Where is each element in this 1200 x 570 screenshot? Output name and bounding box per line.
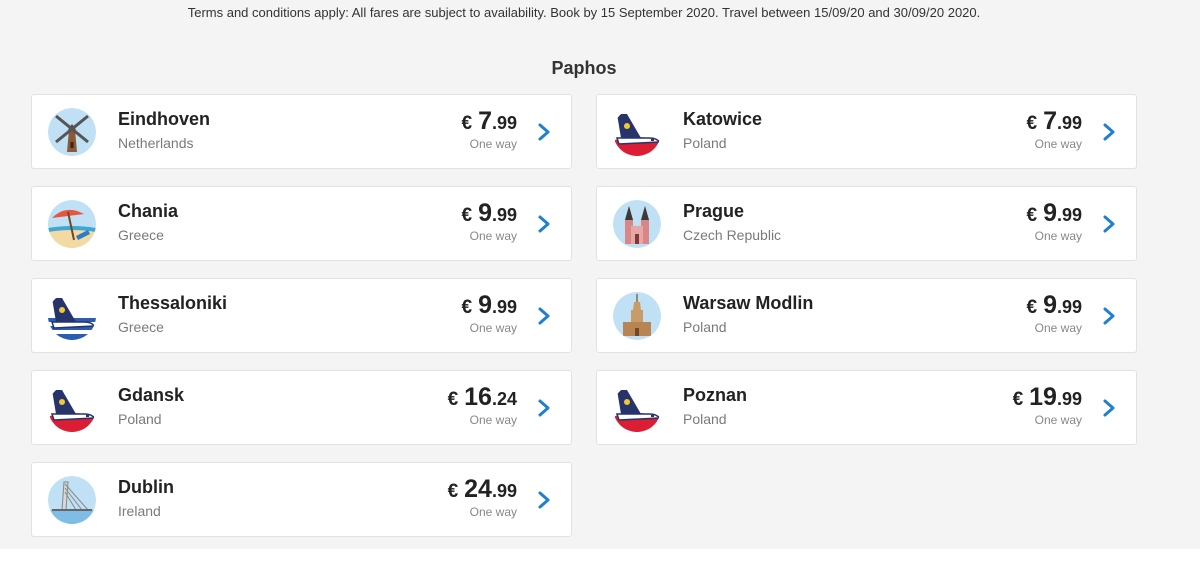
city-name: Eindhoven [118,109,211,129]
country-name: Poland [683,135,727,151]
chevron-right-icon[interactable] [537,214,551,234]
country-name: Greece [118,227,164,243]
fare-card-warsaw-modlin[interactable]: Warsaw Modlin Poland € 9 .99 One way [596,278,1137,353]
country-name: Greece [118,319,164,335]
chevron-right-icon[interactable] [1102,122,1116,142]
currency-symbol: € [461,205,473,226]
country-name: Poland [683,319,727,335]
chevron-right-icon[interactable] [1102,398,1116,418]
city-name: Katowice [683,109,763,129]
currency-symbol: € [447,481,459,502]
price-decimal: .99 [1056,205,1082,225]
price-integer: 9 [478,291,492,319]
fare-price: € 9 .99 [461,291,517,320]
city-name: Dublin [118,477,174,497]
currency-symbol: € [461,113,473,134]
fare-type: One way [469,137,517,151]
price-decimal: .99 [1056,113,1082,133]
fare-card-thessaloniki[interactable]: Thessaloniki Greece € 9 .99 One way [31,278,572,353]
chevron-right-icon[interactable] [537,490,551,510]
currency-symbol: € [461,297,473,318]
plane-tail-icon [613,108,661,156]
fare-type: One way [469,229,517,243]
price-integer: 19 [1029,383,1057,411]
city-name: Prague [683,201,745,221]
city-name: Gdansk [118,385,185,405]
windmill-icon [48,108,96,156]
price-integer: 9 [1043,291,1057,319]
fare-card-gdansk[interactable]: Gdansk Poland € 16 .24 One way [31,370,572,445]
chevron-right-icon[interactable] [537,122,551,142]
fare-card-katowice[interactable]: Katowice Poland € 7 .99 One way [596,94,1137,169]
palace-tower-icon [613,292,661,340]
country-name: Czech Republic [683,227,782,243]
country-name: Poland [118,411,162,427]
plane-tail-icon [613,384,661,432]
fare-card-eindhoven[interactable]: Eindhoven Netherlands € 7 .99 One way [31,94,572,169]
currency-symbol: € [447,389,459,410]
fare-price: € 7 .99 [1026,107,1082,136]
fare-card-prague[interactable]: Prague Czech Republic € 9 .99 One way [596,186,1137,261]
chevron-right-icon[interactable] [537,306,551,326]
price-integer: 24 [464,475,492,503]
chevron-right-icon[interactable] [1102,306,1116,326]
fare-price: € 9 .99 [1026,199,1082,228]
fare-card-chania[interactable]: Chania Greece € 9 .99 One way [31,186,572,261]
price-decimal: .99 [1056,389,1082,409]
price-decimal: .24 [491,389,517,409]
fares-panel: Terms and conditions apply: All fares ar… [0,0,1200,549]
currency-symbol: € [1026,113,1038,134]
price-integer: 7 [478,107,492,135]
price-decimal: .99 [491,205,517,225]
origin-heading: Paphos [551,58,617,78]
fare-type: One way [469,321,517,335]
city-name: Thessaloniki [118,293,228,313]
price-decimal: .99 [491,297,517,317]
fare-type: One way [1034,413,1082,427]
city-name: Warsaw Modlin [683,293,814,313]
chevron-right-icon[interactable] [1102,214,1116,234]
fare-type: One way [469,505,517,519]
currency-symbol: € [1026,297,1038,318]
chevron-right-icon[interactable] [537,398,551,418]
fare-price: € 19 .99 [1013,383,1082,412]
terms-text: Terms and conditions apply: All fares ar… [187,5,981,20]
fare-card-poznan[interactable]: Poznan Poland € 19 .99 One way [596,370,1137,445]
price-decimal: .99 [491,481,517,501]
city-name: Chania [118,201,179,221]
country-name: Ireland [118,503,161,519]
fare-price: € 9 .99 [1026,291,1082,320]
plane-tail-icon [48,292,96,340]
city-name: Poznan [683,385,748,405]
price-decimal: .99 [491,113,517,133]
church-towers-icon [613,200,661,248]
fare-type: One way [469,413,517,427]
fare-type: One way [1034,137,1082,151]
price-integer: 9 [478,199,492,227]
fare-price: € 7 .99 [461,107,517,136]
price-decimal: .99 [1056,297,1082,317]
price-integer: 9 [1043,199,1057,227]
currency-symbol: € [1012,389,1024,410]
plane-tail-icon [48,384,96,432]
bridge-icon [48,476,96,524]
price-integer: 16 [464,383,492,411]
fare-card-dublin[interactable]: Dublin Ireland € 24 .99 One way [31,462,572,537]
fare-price: € 9 .99 [461,199,517,228]
fare-type: One way [1034,229,1082,243]
fare-price: € 24 .99 [448,475,517,504]
price-integer: 7 [1043,107,1057,135]
fare-price: € 16 .24 [448,383,517,412]
country-name: Netherlands [118,135,194,151]
fare-type: One way [1034,321,1082,335]
country-name: Poland [683,411,727,427]
beach-umbrella-icon [48,200,96,248]
currency-symbol: € [1026,205,1038,226]
